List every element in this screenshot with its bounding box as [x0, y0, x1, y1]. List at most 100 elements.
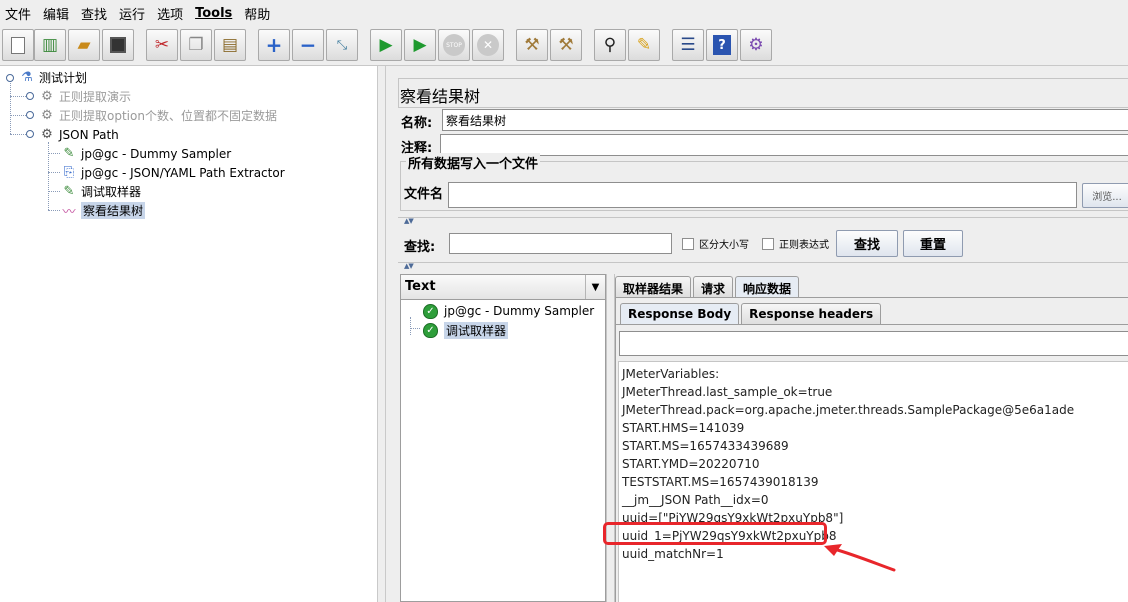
start-no-timers-icon[interactable]: ▶	[404, 29, 436, 61]
clear-icon[interactable]: ⚒	[516, 29, 548, 61]
tab-request[interactable]: 请求	[693, 276, 734, 298]
body-line: JMeterThread.pack=org.apache.jmeter.thre…	[622, 403, 1075, 417]
paste-icon[interactable]: ▤	[214, 29, 246, 61]
response-search-field[interactable]	[619, 331, 1128, 356]
tree-toggle-item-1[interactable]	[26, 92, 34, 100]
regex-label: 正则表达式	[779, 240, 829, 251]
success-shield-icon: ✓	[423, 322, 438, 338]
search-field[interactable]	[449, 233, 672, 254]
result-item-label: 调试取样器	[444, 321, 509, 339]
tree-item-test-plan[interactable]: ⚗ 测试计划	[18, 68, 87, 87]
body-line: __jm__JSON Path__idx=0	[622, 493, 769, 507]
extractor-icon: ⎘	[63, 165, 75, 180]
tree-toggle-root[interactable]	[6, 74, 14, 82]
copy-icon[interactable]: ❐	[180, 29, 212, 61]
tree-item-json-extractor[interactable]: ⎘ jp@gc - JSON/YAML Path Extractor	[60, 163, 285, 182]
tree-item-view-results-tree[interactable]: 〰 察看结果树	[60, 201, 146, 220]
search-icon[interactable]: ⚲	[594, 29, 626, 61]
body-line: uuid=["PjYW29qsY9xkWt2pxuYpb8"]	[622, 511, 844, 525]
checkbox-box[interactable]	[682, 237, 694, 250]
collapse-icon[interactable]: −	[292, 29, 324, 61]
renderer-value: Text	[405, 279, 436, 294]
new-icon[interactable]	[2, 29, 34, 61]
save-icon[interactable]	[102, 29, 134, 61]
clear-all-icon[interactable]: ⚒	[550, 29, 582, 61]
tree-item-dummy-sampler[interactable]: ✎ jp@gc - Dummy Sampler	[60, 144, 232, 163]
tree-item-label: JSON Path	[59, 127, 119, 142]
menu-options[interactable]: 选项	[155, 4, 189, 23]
gear-icon: ⚙	[41, 89, 53, 104]
tree-toggle-item-3[interactable]	[26, 130, 34, 138]
function-helper-icon[interactable]: ☰	[672, 29, 704, 61]
find-button[interactable]: 查找	[836, 230, 898, 257]
name-field[interactable]: 察看结果树	[442, 109, 1128, 131]
response-tabs: Response Body Response headers	[620, 303, 883, 325]
menu-search[interactable]: 查找	[79, 4, 113, 23]
tab-sampler-result[interactable]: 取样器结果	[615, 276, 692, 298]
body-line: START.HMS=141039	[622, 421, 745, 435]
gear-icon: ⚙	[41, 108, 53, 123]
view-results-tree-panel: 察看结果树 名称: 察看结果树 注释: 所有数据写入一个文件 文件名 浏览...…	[386, 66, 1128, 602]
help-icon[interactable]: ?	[706, 29, 738, 61]
results-splitter[interactable]	[606, 274, 615, 602]
body-line: JMeterVariables:	[622, 367, 720, 381]
templates-icon[interactable]: ▥	[34, 29, 66, 61]
browse-button[interactable]: 浏览...	[1082, 183, 1128, 208]
case-sensitive-checkbox[interactable]: 区分大小写	[682, 236, 749, 251]
menu-file[interactable]: 文件	[3, 4, 37, 23]
chart-icon: 〰	[62, 205, 76, 220]
menu-help[interactable]: 帮助	[242, 4, 276, 23]
remote-icon[interactable]: ⚙	[740, 29, 772, 61]
results-tree: Text ▼ ✓ jp@gc - Dummy Sampler ✓ 调试取样器	[400, 274, 606, 602]
toolbar: ▥ ▰ ✂ ❐ ▤ + − ⤡ ▶ ▶ STOP ✕ ⚒ ⚒ ⚲ ✎ ☰ ? ⚙	[0, 26, 1128, 66]
gear-icon: ⚙	[41, 127, 53, 142]
checkbox-box[interactable]	[762, 237, 774, 250]
chevron-down-icon[interactable]: ▼	[585, 275, 605, 299]
body-line: TESTSTART.MS=1657439018139	[622, 475, 819, 489]
tree-item-label: 正则提取演示	[59, 90, 132, 104]
tab-response-headers[interactable]: Response headers	[741, 303, 882, 325]
result-item-dummy-sampler[interactable]: ✓ jp@gc - Dummy Sampler	[423, 302, 594, 320]
body-line: START.YMD=20220710	[622, 457, 760, 471]
regex-checkbox[interactable]: 正则表达式	[762, 236, 829, 251]
open-icon[interactable]: ▰	[68, 29, 100, 61]
result-tabs: 取样器结果 请求 响应数据	[615, 276, 801, 298]
flask-icon: ⚗	[21, 70, 33, 85]
tree-item-debug-sampler[interactable]: ✎ 调试取样器	[60, 182, 141, 201]
cut-icon[interactable]: ✂	[146, 29, 178, 61]
tree-item-thread-group-2[interactable]: ⚙ 正则提取option个数、位置都不固定数据	[38, 106, 277, 125]
result-item-debug-sampler[interactable]: ✓ 调试取样器	[423, 321, 509, 339]
name-label: 名称:	[401, 115, 433, 131]
body-line: START.MS=1657433439689	[622, 439, 789, 453]
start-icon[interactable]: ▶	[370, 29, 402, 61]
tree-item-thread-group-1[interactable]: ⚙ 正则提取演示	[38, 87, 131, 106]
toggle-icon[interactable]: ⤡	[326, 29, 358, 61]
filename-field[interactable]	[448, 182, 1077, 208]
search-label: 查找:	[404, 240, 436, 255]
splitter-2[interactable]: ▲▼	[398, 262, 1128, 271]
menu-tools[interactable]: Tools	[193, 6, 238, 21]
shutdown-icon[interactable]: ✕	[472, 29, 504, 61]
tab-response-data[interactable]: 响应数据	[735, 276, 800, 298]
menu-bar: 文件 编辑 查找 运行 选项 Tools 帮助	[0, 0, 1128, 26]
stop-icon[interactable]: STOP	[438, 29, 470, 61]
tab-response-body[interactable]: Response Body	[620, 303, 740, 325]
renderer-select[interactable]: Text ▼	[401, 275, 605, 300]
main-splitter[interactable]	[377, 66, 386, 602]
comment-field[interactable]	[440, 134, 1128, 156]
menu-run[interactable]: 运行	[117, 4, 151, 23]
body-line: JMeterThread.last_sample_ok=true	[622, 385, 833, 399]
menu-edit[interactable]: 编辑	[41, 4, 75, 23]
panel-title: 察看结果树	[398, 78, 1128, 108]
reset-search-icon[interactable]: ✎	[628, 29, 660, 61]
tree-item-label: jp@gc - JSON/YAML Path Extractor	[81, 165, 285, 180]
tree-item-label: 调试取样器	[81, 185, 142, 199]
reset-button[interactable]: 重置	[903, 230, 963, 257]
splitter-1[interactable]: ▲▼	[398, 217, 1128, 226]
expand-icon[interactable]: +	[258, 29, 290, 61]
pipette-icon: ✎	[63, 184, 75, 199]
tree-toggle-item-2[interactable]	[26, 111, 34, 119]
case-sensitive-label: 区分大小写	[699, 240, 749, 251]
tree-item-json-path[interactable]: ⚙ JSON Path	[38, 125, 119, 144]
pipette-icon: ✎	[63, 146, 75, 161]
